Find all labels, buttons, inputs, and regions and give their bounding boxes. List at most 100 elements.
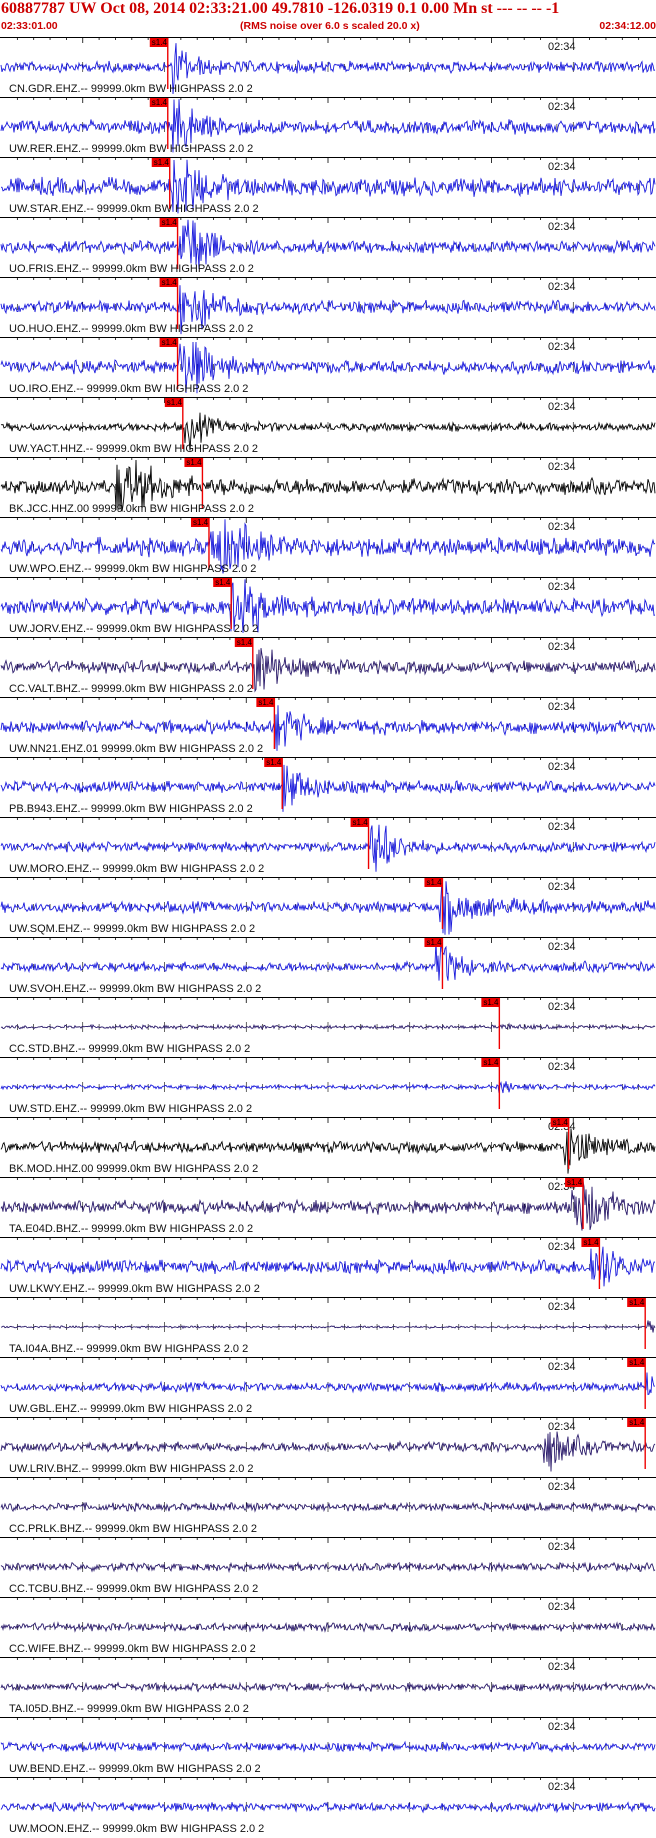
trace-row: 02:34 s1.4 PB.B943.EHZ.-- 99999.0km BW HIG… <box>0 757 656 815</box>
time-label: 02:34 <box>548 761 576 773</box>
pick-marker: s1.4 <box>149 38 169 89</box>
time-label: 02:34 <box>548 1781 576 1793</box>
time-label: 02:34 <box>548 881 576 893</box>
station-label: CC.PRLK.BHZ.-- 99999.0km BW HIGHPASS 2.0… <box>9 1523 257 1535</box>
time-label: 02:34 <box>548 1421 576 1433</box>
trace-row: 02:34 s1.4 UW.RER.EHZ.-- 99999.0km BW HIGH… <box>0 97 656 155</box>
station-label: CC.STD.BHZ.-- 99999.0km BW HIGHPASS 2.0 … <box>9 1043 250 1055</box>
record-header: 60887787 UW Oct 08, 2014 02:33:21.00 49.… <box>0 0 656 37</box>
pick-label: s1.4 <box>629 1418 645 1427</box>
station-label: CC.VALT.BHZ.-- 99999.0km BW HIGHPASS 2.0… <box>9 683 253 695</box>
time-label: 02:34 <box>548 641 576 653</box>
station-label: UW.LKWY.EHZ.-- 99999.0km BW HIGHPASS 2.0… <box>9 1283 260 1295</box>
time-label: 02:34 <box>548 341 576 353</box>
time-label: 02:34 <box>548 701 576 713</box>
pick-label: s1.4 <box>258 698 274 707</box>
pick-marker: s1.4 <box>627 1298 646 1349</box>
trace-row: 02:34 s1.4 UO.FRIS.EHZ.-- 99999.0km BW HIG… <box>0 217 656 275</box>
pick-label: s1.4 <box>426 878 442 887</box>
pick-marker: s1.4 <box>164 398 184 449</box>
trace-row: 02:34 s1.4 UW.SVOH.EHZ.-- 99999.0km BW HIG… <box>0 937 656 995</box>
station-label: UW.MOON.EHZ.-- 99999.0km BW HIGHPASS 2.0… <box>9 1823 264 1835</box>
time-label: 02:34 <box>548 101 576 113</box>
station-label: UW.RER.EHZ.-- 99999.0km BW HIGHPASS 2.0 … <box>9 143 253 155</box>
pick-label: s1.4 <box>553 1118 569 1127</box>
seismogram-panel: 02:34 s1.4 CN.GDR.EHZ.-- 99999.0km BW HIGH… <box>0 37 656 1835</box>
trace-row: 02:34 s1.4 UW.LKWY.EHZ.-- 99999.0km BW HIG… <box>0 1237 656 1295</box>
station-label: TA.I04A.BHZ.-- 99999.0km BW HIGHPASS 2.0… <box>9 1343 248 1355</box>
time-label: 02:34 <box>548 1001 576 1013</box>
trace-row: 02:34 s1.4 UW.WPO.EHZ.-- 99999.0km BW HIGH… <box>0 517 656 575</box>
trace-row: 02:34s1.4BK.MOD.HHZ.00 99999.0km BW HIGH… <box>0 1117 656 1175</box>
pick-label: s1.4 <box>583 1238 599 1247</box>
pick-label: s1.4 <box>167 398 183 407</box>
trace-row: 02:34 s1.4 UW.GBL.EHZ.-- 99999.0km BW HIGH… <box>0 1357 656 1415</box>
trace-row: 02:34 s1.4 CN.GDR.EHZ.-- 99999.0km BW HIGH… <box>0 37 656 95</box>
station-label: UW.WPO.EHZ.-- 99999.0km BW HIGHPASS 2.0 … <box>9 563 256 575</box>
scaling-note: (RMS noise over 6.0 s scaled 20.0 x) <box>240 20 420 32</box>
pick-label: s1.4 <box>215 578 231 587</box>
pick-label: s1.4 <box>629 1358 645 1367</box>
event-title: 60887787 UW Oct 08, 2014 02:33:21.00 49.… <box>1 0 560 17</box>
station-label: BK.JCC.HHZ.00 99999.0km BW HIGHPASS 2.0 … <box>9 503 254 515</box>
time-label: 02:34 <box>548 941 576 953</box>
station-label: UW.SQM.EHZ.-- 99999.0km BW HIGHPASS 2.0 … <box>9 923 255 935</box>
time-label: 02:34 <box>548 401 576 413</box>
trace-row: 02:34 CC.TCBU.BHZ.-- 99999.0km BW HIGHPAS… <box>0 1537 656 1595</box>
trace-row: 02:34s1.4TA.E04D.BHZ.-- 99999.0km BW HIG… <box>0 1177 656 1235</box>
trace-row: 02:34 UW.BEND.EHZ.-- 99999.0km BW HIGHPAS… <box>0 1717 656 1775</box>
pick-label: s1.4 <box>353 818 369 827</box>
time-label: 02:34 <box>548 1241 576 1253</box>
time-label: 02:34 <box>548 821 576 833</box>
time-label: 02:34 <box>548 1361 576 1373</box>
trace-row: 02:34 CC.WIFE.BHZ.-- 99999.0km BW HIGHPAS… <box>0 1597 656 1655</box>
station-label: CN.GDR.EHZ.-- 99999.0km BW HIGHPASS 2.0 … <box>9 83 253 95</box>
pick-label: s1.4 <box>266 758 282 767</box>
station-label: PB.B943.EHZ.-- 99999.0km BW HIGHPASS 2.0… <box>9 803 253 815</box>
station-label: UW.YACT.HHZ.-- 99999.0km BW HIGHPASS 2.0… <box>9 443 258 455</box>
time-label: 02:34 <box>548 1061 576 1073</box>
station-label: UW.SVOH.EHZ.-- 99999.0km BW HIGHPASS 2.0… <box>9 983 261 995</box>
trace-row: 02:34 CC.PRLK.BHZ.-- 99999.0km BW HIGHPAS… <box>0 1477 656 1535</box>
pick-label: s1.4 <box>483 998 499 1007</box>
station-label: TA.I05D.BHZ.-- 99999.0km BW HIGHPASS 2.0… <box>9 1703 249 1715</box>
pick-marker: s1.4 <box>627 1418 646 1469</box>
station-label: TA.E04D.BHZ.-- 99999.0km BW HIGHPASS 2.0… <box>9 1223 253 1235</box>
time-label: 02:34 <box>548 1721 576 1733</box>
trace-row: 02:34 s1.4 CC.STD.BHZ.-- 99999.0km BW HIGH… <box>0 997 656 1055</box>
station-label: UW.BEND.EHZ.-- 99999.0km BW HIGHPASS 2.0… <box>9 1763 261 1775</box>
pick-label: s1.4 <box>152 38 168 47</box>
station-label: UW.JORV.EHZ.-- 99999.0km BW HIGHPASS 2.0… <box>9 623 258 635</box>
trace-row: 02:34 s1.4 UW.JORV.EHZ.-- 99999.0km BW HIG… <box>0 577 656 635</box>
pick-label: s1.4 <box>426 938 442 947</box>
trace-row: 02:34 s1.4 BK.JCC.HHZ.00 99999.0km BW HIGH… <box>0 457 656 515</box>
trace-row: 02:34 s1.4 UW.NN21.EHZ.01 99999.0km BW HIG… <box>0 697 656 755</box>
trace-row: 02:34 s1.4 UW.MORO.EHZ.-- 99999.0km BW HIG… <box>0 817 656 875</box>
station-label: CC.WIFE.BHZ.-- 99999.0km BW HIGHPASS 2.0… <box>9 1643 256 1655</box>
station-label: UO.HUO.EHZ.-- 99999.0km BW HIGHPASS 2.0 … <box>9 323 253 335</box>
time-label: 02:34 <box>548 221 576 233</box>
pick-marker: s1.4 <box>184 458 204 509</box>
time-label: 02:34 <box>548 281 576 293</box>
time-label: 02:34 <box>548 41 576 53</box>
trace-row: 02:34 s1.4 UW.SQM.EHZ.-- 99999.0km BW HIGH… <box>0 877 656 935</box>
station-label: CC.TCBU.BHZ.-- 99999.0km BW HIGHPASS 2.0… <box>9 1583 258 1595</box>
station-label: UW.STD.EHZ.-- 99999.0km BW HIGHPASS 2.0 … <box>9 1103 252 1115</box>
pick-label: s1.4 <box>237 638 253 647</box>
time-label: 02:34 <box>548 1481 576 1493</box>
trace-row: 02:34 s1.4 UW.STD.EHZ.-- 99999.0km BW HIGH… <box>0 1057 656 1115</box>
time-label: 02:34 <box>548 1301 576 1313</box>
pick-marker: s1.4 <box>481 998 501 1049</box>
time-label: 02:34 <box>548 1541 576 1553</box>
pick-label: s1.4 <box>483 1058 499 1067</box>
time-label: 02:34 <box>548 161 576 173</box>
pick-label: s1.4 <box>162 218 178 227</box>
trace-row: 02:34 s1.4 UW.YACT.HHZ.-- 99999.0km BW HIG… <box>0 397 656 455</box>
trace-row: 02:34 UW.MOON.EHZ.-- 99999.0km BW HIGHPAS… <box>0 1777 656 1835</box>
station-label: UW.MORO.EHZ.-- 99999.0km BW HIGHPASS 2.0… <box>9 863 264 875</box>
trace-row: 02:34 s1.4 UO.HUO.EHZ.-- 99999.0km BW HIGH… <box>0 277 656 335</box>
pick-marker: s1.4 <box>159 338 179 389</box>
pick-label: s1.4 <box>154 158 170 167</box>
station-label: BK.MOD.HHZ.00 99999.0km BW HIGHPASS 2.0 … <box>9 1163 258 1175</box>
trace-row: 02:34 s1.4 TA.I04A.BHZ.-- 99999.0km BW HIG… <box>0 1297 656 1355</box>
